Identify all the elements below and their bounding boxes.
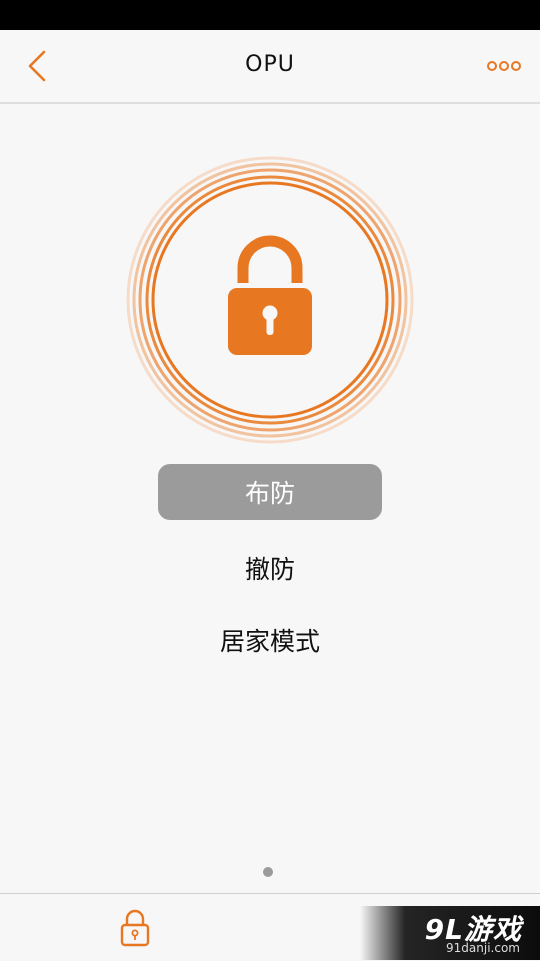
disarm-mode-label: 撤防 bbox=[244, 555, 295, 584]
watermark-url: 91danji.com bbox=[446, 941, 520, 955]
arm-mode-label: 布防 bbox=[244, 479, 295, 508]
status-bar bbox=[0, 0, 540, 30]
padlock-icon bbox=[120, 909, 150, 947]
more-button[interactable] bbox=[486, 52, 522, 80]
home-mode-label: 居家模式 bbox=[219, 627, 320, 656]
header-bar: OPU bbox=[0, 30, 540, 104]
home-mode-button[interactable]: 居家模式 bbox=[158, 612, 382, 668]
tab-lock[interactable] bbox=[118, 908, 152, 948]
lock-status-indicator[interactable] bbox=[125, 155, 415, 445]
page-indicator-dot bbox=[263, 867, 273, 877]
more-dots-icon bbox=[487, 61, 521, 71]
arm-mode-button[interactable]: 布防 bbox=[158, 464, 382, 520]
disarm-mode-button[interactable]: 撤防 bbox=[158, 540, 382, 596]
page-title: OPU bbox=[245, 52, 295, 77]
watermark: 9L游戏 91danji.com bbox=[360, 906, 540, 960]
padlock-icon bbox=[228, 235, 312, 355]
